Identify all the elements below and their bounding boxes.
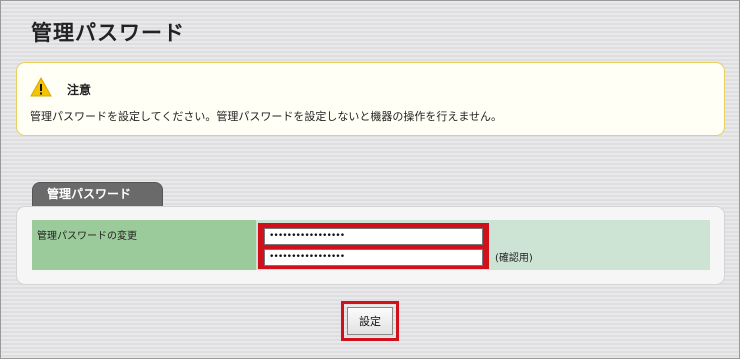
submit-highlight: 設定 — [341, 301, 399, 341]
password-confirm-input[interactable]: ••••••••••••••••• — [264, 249, 483, 266]
warning-heading: 注意 — [67, 83, 92, 97]
warning-icon — [30, 77, 52, 97]
password-change-label: 管理パスワードの変更 — [32, 220, 256, 270]
password-fields-highlight: ••••••••••••••••• ••••••••••••••••• — [258, 223, 489, 269]
warning-notice: 注意 管理パスワードを設定してください。管理パスワードを設定しないと機器の操作を… — [16, 62, 725, 136]
page-title: 管理パスワード — [31, 21, 185, 45]
confirm-note: (確認用) — [495, 253, 533, 264]
tab-admin-password[interactable]: 管理パスワード — [32, 182, 163, 206]
settings-panel: 管理パスワードの変更 ••••••••••••••••• •••••••••••… — [16, 206, 725, 285]
password-input[interactable]: ••••••••••••••••• — [264, 228, 483, 245]
warning-message: 管理パスワードを設定してください。管理パスワードを設定しないと機器の操作を行えま… — [30, 110, 503, 123]
submit-button[interactable]: 設定 — [347, 307, 393, 335]
